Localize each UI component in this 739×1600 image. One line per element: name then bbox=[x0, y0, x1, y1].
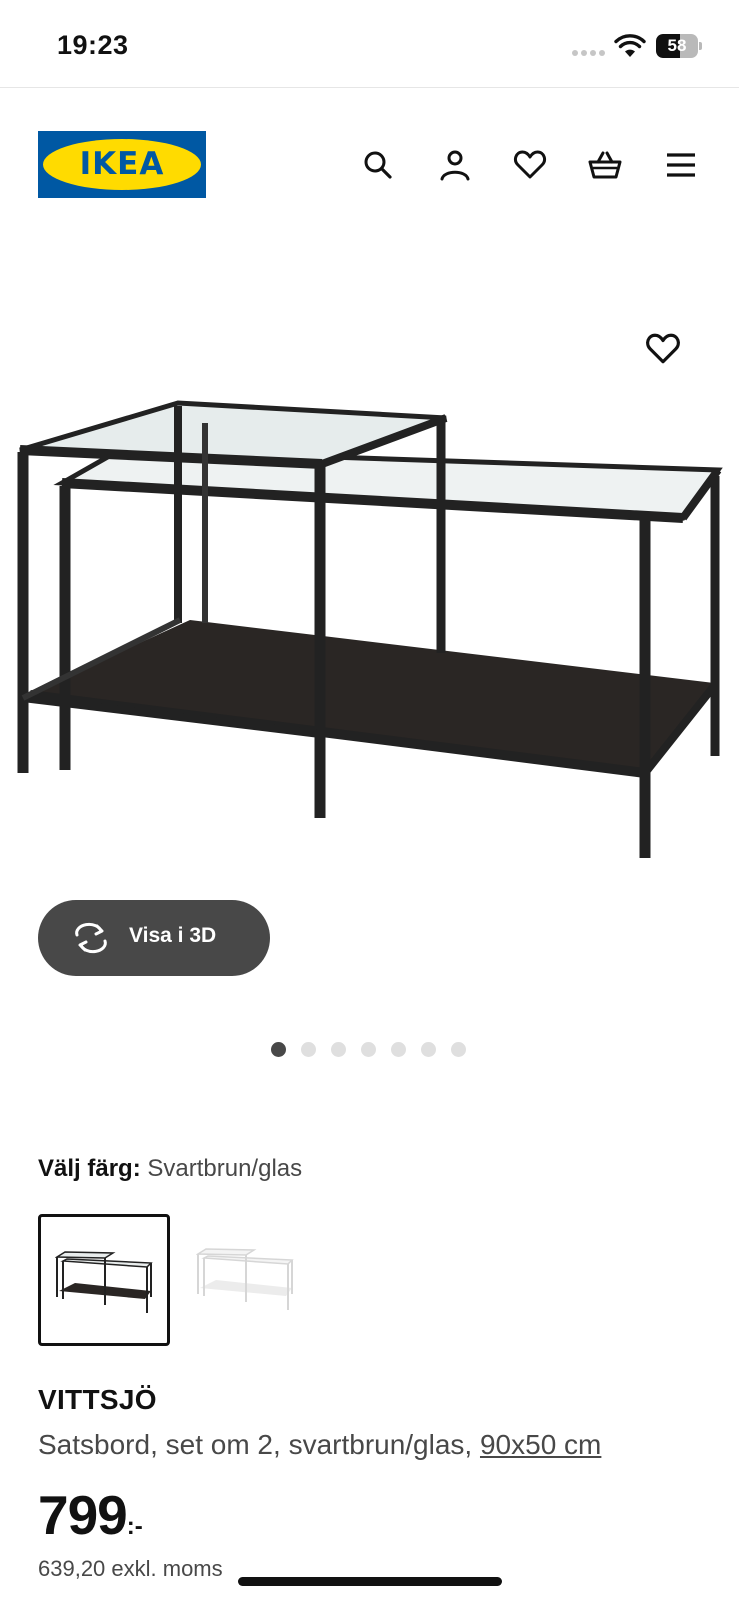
status-bar: 19:23 58 bbox=[0, 0, 739, 88]
product-description-text: Satsbord, set om 2, svartbrun/glas, bbox=[38, 1429, 480, 1460]
heart-icon[interactable] bbox=[513, 148, 547, 182]
selected-color-value: Svartbrun/glas bbox=[147, 1155, 303, 1182]
basket-icon[interactable] bbox=[588, 148, 622, 182]
product-description: Satsbord, set om 2, svartbrun/glas, 90x5… bbox=[38, 1429, 601, 1461]
battery-percentage: 58 bbox=[667, 36, 687, 55]
product-size-link[interactable]: 90x50 cm bbox=[480, 1429, 601, 1460]
cellular-signal-icon bbox=[572, 50, 605, 56]
product-price: 799:- bbox=[38, 1483, 143, 1547]
white-table-thumbnail bbox=[196, 1248, 294, 1310]
gallery-dot[interactable] bbox=[361, 1042, 376, 1057]
choose-color-label: Välj färg: bbox=[38, 1155, 141, 1182]
gallery-dot[interactable] bbox=[421, 1042, 436, 1057]
view-in-3d-button[interactable]: Visa i 3D bbox=[38, 900, 270, 976]
black-brown-table-thumbnail bbox=[55, 1251, 153, 1313]
search-icon[interactable] bbox=[361, 148, 395, 182]
menu-icon[interactable] bbox=[664, 148, 698, 182]
gallery-dot[interactable] bbox=[451, 1042, 466, 1057]
battery-icon: 58 bbox=[656, 34, 702, 58]
gallery-dot[interactable] bbox=[301, 1042, 316, 1057]
price-excl-vat: 639,20 exkl. moms bbox=[38, 1556, 223, 1581]
product-gallery[interactable]: Visa i 3D bbox=[0, 238, 739, 1118]
add-to-favourites-icon[interactable] bbox=[645, 331, 681, 367]
user-icon[interactable] bbox=[438, 148, 472, 182]
price-currency-suffix: :- bbox=[126, 1513, 143, 1540]
gallery-dot[interactable] bbox=[271, 1042, 286, 1057]
color-option-black-brown[interactable] bbox=[38, 1214, 170, 1346]
ikea-logo[interactable]: IKEA bbox=[38, 131, 206, 198]
price-value: 799 bbox=[38, 1484, 128, 1546]
view-in-3d-label: Visa i 3D bbox=[129, 924, 217, 947]
gallery-dot[interactable] bbox=[331, 1042, 346, 1057]
status-time: 19:23 bbox=[57, 30, 129, 60]
product-name: VITTSJÖ bbox=[38, 1384, 157, 1415]
rotate-3d-icon bbox=[75, 922, 107, 954]
color-option-white[interactable] bbox=[182, 1214, 314, 1346]
site-header: IKEA bbox=[0, 88, 739, 238]
gallery-pagination[interactable] bbox=[271, 1042, 466, 1057]
wifi-icon bbox=[614, 34, 646, 57]
product-image[interactable] bbox=[0, 398, 739, 878]
home-indicator[interactable] bbox=[238, 1577, 502, 1586]
gallery-dot[interactable] bbox=[391, 1042, 406, 1057]
color-selector-label: Välj färg: Svartbrun/glas bbox=[38, 1155, 302, 1183]
